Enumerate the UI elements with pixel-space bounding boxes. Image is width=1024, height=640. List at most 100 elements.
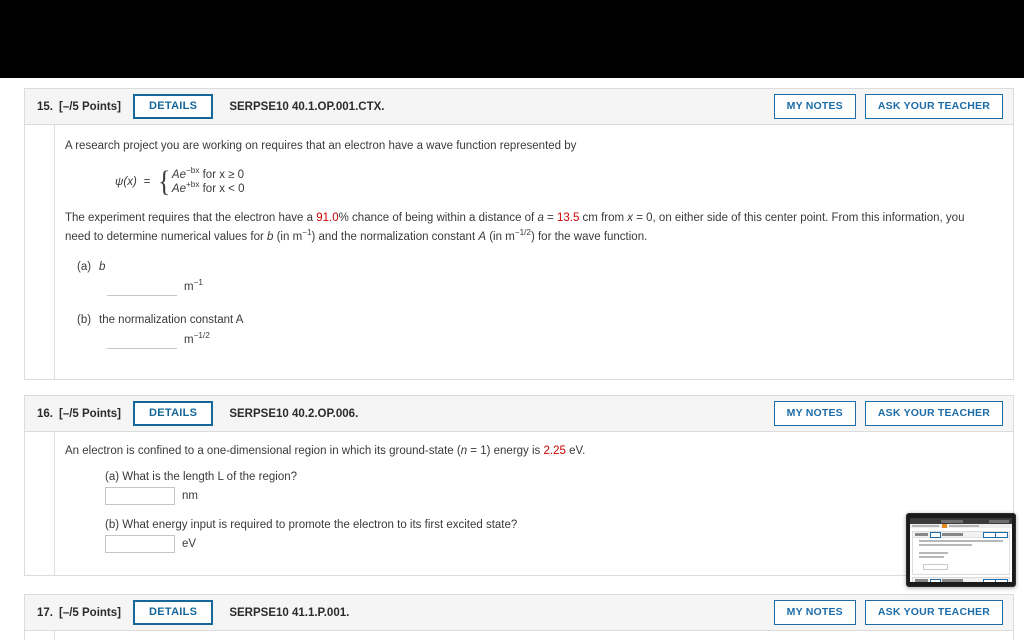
- question-card-17: 17. [–/5 Points] DETAILS SERPSE10 41.1.P…: [24, 594, 1014, 640]
- ask-your-teacher-button-16[interactable]: ASK YOUR TEACHER: [864, 401, 1003, 426]
- stmt-part-4: cm from: [579, 211, 628, 224]
- part-b-label-15: (b): [77, 313, 92, 326]
- question-code-15: SERPSE10 40.1.OP.001.CTX.: [229, 100, 385, 113]
- question-intro-15: A research project you are working on re…: [65, 140, 577, 152]
- pip-card-header-2: [913, 578, 1009, 582]
- unit-16a: nm: [182, 489, 198, 502]
- pip-question-card-1: [912, 530, 1010, 575]
- pip-bookmark-2: [948, 525, 980, 527]
- part-a-answer-row-16: nm: [105, 486, 993, 505]
- part-a-label-row-15: (a) b: [77, 261, 993, 273]
- pip-url-bar: [940, 519, 964, 523]
- intro16-part-1: An electron is confined to a one-dimensi…: [65, 445, 461, 457]
- question-part-a-15: (a) b m−1: [65, 261, 993, 296]
- b-unit-exponent: −1: [302, 228, 312, 238]
- energy-value: 2.25: [543, 445, 566, 457]
- question-body-15: A research project you are working on re…: [25, 125, 1013, 379]
- question-inner-15: A research project you are working on re…: [25, 137, 1013, 349]
- case2-base: Ae: [171, 182, 186, 195]
- page-root: 15. [–/5 Points] DETAILS SERPSE10 40.1.O…: [0, 0, 1024, 640]
- stmt-part-8: (in m: [486, 230, 515, 243]
- intro16-part-2: = 1) energy is: [467, 445, 544, 457]
- pip-bookmark-bar: [910, 524, 1012, 528]
- part-a-answer-row-15: m−1: [107, 278, 993, 296]
- pip-toolbar-right: [988, 519, 1009, 523]
- question-part-a-16: (a) What is the length L of the region?: [105, 471, 993, 483]
- pip-screen: [910, 518, 1012, 582]
- my-notes-button-16[interactable]: MY NOTES: [773, 401, 856, 426]
- pip-details-button-2: [930, 578, 941, 582]
- pip-spacer: [913, 546, 1009, 550]
- my-notes-button-17[interactable]: MY NOTES: [773, 600, 856, 625]
- a-value: 13.5: [556, 211, 580, 224]
- pip-formula-line: [919, 551, 948, 554]
- unit-15b: m−1/2: [184, 331, 210, 347]
- stmt-part-1: The experiment requires that the electro…: [65, 211, 317, 224]
- part-b-text-16: What energy input is required to promote…: [122, 518, 518, 531]
- part-a-text-16: What is the length L of the region?: [122, 470, 298, 483]
- details-button-15[interactable]: DETAILS: [132, 94, 214, 119]
- pip-bookmark-1: [912, 525, 939, 527]
- pip-card-code-1: [941, 532, 963, 536]
- question-code-17: SERPSE10 41.1.P.001.: [229, 606, 350, 619]
- unit-base-15a: m: [184, 281, 194, 294]
- part-a-text-15: b: [99, 260, 106, 273]
- answer-input-16a[interactable]: [105, 486, 175, 505]
- pip-card-number-1: [914, 532, 929, 536]
- pip-details-button-1: [930, 532, 941, 538]
- part-a-label-15: (a): [77, 260, 92, 273]
- answer-input-16b[interactable]: [105, 534, 175, 553]
- symbol-A: A: [478, 230, 487, 243]
- formula-brace-icon: {: [157, 164, 170, 198]
- ask-your-teacher-button-15[interactable]: ASK YOUR TEACHER: [864, 94, 1003, 119]
- A-unit-exponent: −1/2: [514, 228, 531, 238]
- formula-equals: =: [143, 175, 151, 188]
- pip-card-header-1: [913, 531, 1009, 538]
- percent-value: 91.0: [316, 211, 339, 224]
- unit-16b: eV: [182, 537, 197, 550]
- stmt-part-9: ) for the wave function.: [530, 230, 648, 243]
- ask-your-teacher-button-17[interactable]: ASK YOUR TEACHER: [864, 600, 1003, 625]
- case1-condition: for x ≥ 0: [199, 168, 245, 181]
- question-number-17: 17.: [37, 606, 53, 619]
- question-part-b-16: (b) What energy input is required to pro…: [105, 519, 993, 531]
- intro16-part-3: eV.: [565, 445, 586, 457]
- wave-function-formula: ψ(x) = { Ae−bx for x ≥ 0 Ae+bx for x < 0: [115, 164, 993, 198]
- pip-ask-teacher-1: [994, 532, 1009, 538]
- unit-base-15b: m: [184, 334, 194, 347]
- case1-exponent: −bx: [185, 166, 200, 176]
- pip-card-code-2: [941, 579, 963, 582]
- stmt-part-3: =: [543, 211, 557, 224]
- stmt-part-7: ) and the normalization constant: [311, 230, 479, 243]
- top-black-bar: [0, 0, 1024, 78]
- unit-15a: m−1: [184, 278, 203, 294]
- question-inner-16: An electron is confined to a one-dimensi…: [25, 442, 1013, 553]
- formula-cases: Ae −bx for x ≥ 0 Ae+bx for x < 0: [171, 166, 245, 195]
- details-button-17[interactable]: DETAILS: [132, 600, 214, 625]
- unit-exp-15a: −1: [193, 278, 203, 288]
- my-notes-button-15[interactable]: MY NOTES: [773, 94, 856, 119]
- question-header-15: 15. [–/5 Points] DETAILS SERPSE10 40.1.O…: [25, 89, 1013, 125]
- question-body-16: An electron is confined to a one-dimensi…: [25, 432, 1013, 575]
- part-b-label-row-15: (b) the normalization constant A: [77, 314, 993, 326]
- stmt-part-6: (in m: [273, 230, 303, 243]
- pip-bookmark-highlight: [941, 524, 947, 528]
- answer-input-15a[interactable]: [107, 278, 177, 296]
- details-button-16[interactable]: DETAILS: [132, 401, 214, 426]
- pip-spacer: [913, 558, 1009, 562]
- unit-exp-15b: −1/2: [193, 331, 210, 341]
- part-b-label-16: (b): [105, 518, 120, 531]
- assignment-content-area: 15. [–/5 Points] DETAILS SERPSE10 40.1.O…: [0, 78, 1024, 640]
- pip-text-line: [919, 539, 1003, 542]
- question-statement-15: The experiment requires that the electro…: [65, 209, 993, 247]
- question-body-17: [25, 631, 1013, 640]
- case2-condition: for x < 0: [199, 182, 245, 195]
- pip-spacer: [913, 570, 1009, 574]
- picture-in-picture-thumbnail[interactable]: [906, 513, 1016, 587]
- question-header-17: 17. [–/5 Points] DETAILS SERPSE10 41.1.P…: [25, 595, 1013, 631]
- pip-ask-teacher-2: [994, 578, 1009, 582]
- question-points-17: [–/5 Points]: [59, 606, 121, 619]
- formula-case-2: Ae+bx for x < 0: [171, 181, 245, 195]
- question-header-16: 16. [–/5 Points] DETAILS SERPSE10 40.2.O…: [25, 396, 1013, 432]
- answer-input-15b[interactable]: [107, 331, 177, 349]
